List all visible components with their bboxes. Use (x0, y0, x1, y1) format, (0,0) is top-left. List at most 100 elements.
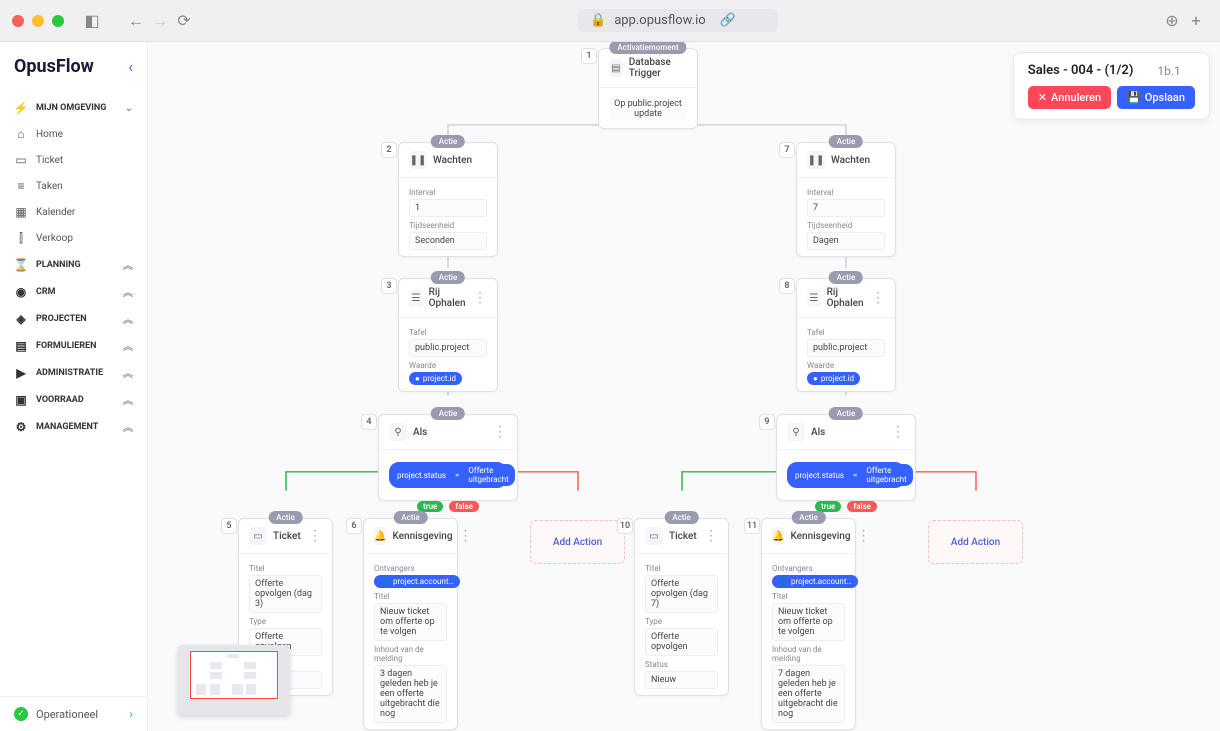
filter-icon: ⚲ (787, 423, 805, 441)
node-menu-icon[interactable]: ⋮ (891, 424, 905, 440)
nav-section-crm[interactable]: ◉CRM︽ (0, 278, 147, 305)
traffic-lights (12, 15, 64, 27)
node-notify-6[interactable]: 6 Actie 🔔Kennisgeving⋮ Ontvangers 👤 proj… (363, 518, 458, 730)
node-fetch-8[interactable]: 8 Actie ☰Rij Ophalen⋮ Tafel public.proje… (796, 278, 896, 392)
node-fetch-3[interactable]: 3 Actie ☰Rij Ophalen⋮ Tafel public.proje… (398, 278, 498, 392)
node-menu-icon[interactable]: ⋮ (459, 528, 473, 544)
node-ticket-10[interactable]: 10 Actie ▭Ticket⋮ Titel Offerte opvolgen… (634, 518, 729, 696)
node-wait-7[interactable]: 7 Actie ❚❚Wachten Interval 7 Tijdseenhei… (796, 142, 896, 257)
node-badge: Actie (431, 271, 465, 284)
node-menu-icon[interactable]: ⋮ (871, 290, 885, 306)
nav-section-management[interactable]: ⚙MANAGEMENT︽ (0, 413, 147, 440)
add-action-right[interactable]: Add Action (928, 520, 1023, 564)
workflow-title: Sales - 004 - (1/2) (1028, 63, 1134, 78)
field-value: 7 (807, 199, 885, 217)
save-button[interactable]: 💾Opslaan (1117, 86, 1195, 109)
field-label: Titel (772, 592, 845, 601)
chart-icon: ⫿ (14, 231, 28, 245)
add-action-left[interactable]: Add Action (530, 520, 625, 564)
rows-icon: ☰ (409, 289, 423, 307)
field-label: Interval (409, 188, 487, 197)
chevron-icon: ︽ (123, 311, 133, 326)
node-title: Als (811, 427, 825, 438)
status-ok-icon: ✓ (14, 707, 28, 721)
nav-section-formulieren[interactable]: ▤FORMULIEREN︽ (0, 332, 147, 359)
mgmt-icon: ⚙ (14, 420, 28, 434)
field-value: Nieuw (645, 671, 718, 689)
field-label: Inhoud van de melding (772, 645, 845, 663)
nav-kalender[interactable]: ▦ Kalender (0, 199, 147, 225)
nav-taken[interactable]: ≡Taken (0, 173, 147, 199)
node-number: 8 (779, 278, 795, 294)
close-icon: ✕ (1038, 91, 1047, 104)
reload-icon[interactable]: ⟳ (172, 9, 196, 33)
window-close[interactable] (12, 15, 24, 27)
node-menu-icon[interactable]: ⋮ (473, 290, 487, 306)
forward-icon[interactable]: → (148, 9, 172, 33)
field-label: Titel (374, 592, 447, 601)
node-badge: Actie (829, 271, 863, 284)
node-badge: Actie (431, 407, 465, 420)
field-value: Seconden (409, 232, 487, 250)
node-wait-2[interactable]: 2 Actie ❚❚Wachten Interval 1 Tijdseenhei… (398, 142, 498, 257)
node-title: Als (413, 427, 427, 438)
node-number: 7 (779, 142, 795, 158)
nav-label: Kalender (36, 207, 75, 218)
workflow-version: 1b.1 (1157, 64, 1180, 78)
node-if-9[interactable]: 9 Actie ⚲Als⋮ project.status=Offerte uit… (776, 414, 916, 501)
node-menu-icon[interactable]: ⋮ (493, 424, 507, 440)
node-number: 1 (581, 48, 597, 64)
nav-section-voorraad[interactable]: ▣VOORRAAD︽ (0, 386, 147, 413)
node-number: 2 (381, 142, 397, 158)
false-label: false (847, 501, 877, 512)
node-menu-icon[interactable]: ⋮ (308, 528, 322, 544)
lock-icon: 🔒 (590, 13, 606, 28)
nav-section-planning[interactable]: ⌛PLANNING︽ (0, 251, 147, 278)
field-label: Interval (807, 188, 885, 197)
nav-verkoop[interactable]: ⫿Verkoop (0, 225, 147, 251)
node-badge: Actie (268, 511, 302, 524)
sidebar-collapse-icon[interactable]: ‹ (128, 57, 133, 76)
sidebar-footer[interactable]: ✓ Operationeel › (0, 696, 147, 731)
nav-section-projecten[interactable]: ◈ PROJECTEN ︽ (0, 305, 147, 332)
nav-label: PROJECTEN (36, 314, 87, 324)
calendar-icon: ▦ (14, 205, 28, 219)
node-menu-icon[interactable]: ⋮ (857, 528, 871, 544)
field-label: Status (645, 660, 718, 669)
url-bar[interactable]: 🔒 app.opusflow.io 🔗 (578, 9, 778, 32)
condition-pill: project.status=Offerte uitgebracht (787, 462, 905, 488)
nav-section-administratie[interactable]: ▶ADMINISTRATIE︽ (0, 359, 147, 386)
workflow-canvas[interactable]: Sales - 004 - (1/2) 1b.1 ✕ Annuleren 💾Ops… (148, 42, 1220, 731)
chevron-icon: ︽ (123, 365, 133, 380)
node-if-4[interactable]: 4 Actie ⚲Als⋮ project.status=Offerte uit… (378, 414, 518, 501)
nav-label: VOORRAAD (36, 395, 84, 405)
add-action-label: Add Action (951, 537, 1000, 548)
sidebar-toggle-icon[interactable]: ◧ (80, 9, 104, 33)
node-title: Wachten (433, 155, 472, 166)
field-label: Type (645, 617, 718, 626)
tasks-icon: ≡ (14, 179, 28, 193)
node-title: Kennisgeving (790, 531, 850, 542)
nav-label: Ticket (36, 155, 63, 166)
downloads-icon[interactable]: ⊕ (1160, 9, 1184, 33)
minimap[interactable] (178, 645, 290, 715)
node-notify-11[interactable]: 11 Actie 🔔Kennisgeving⋮ Ontvangers 👤 pro… (761, 518, 856, 730)
node-trigger[interactable]: 1 Activatiemoment ▤Database Trigger Op p… (598, 48, 698, 129)
node-badge: Actie (393, 511, 427, 524)
back-icon[interactable]: ← (124, 9, 148, 33)
window-minimize[interactable] (32, 15, 44, 27)
nav-label: CRM (36, 287, 56, 297)
nav-section-omgeving[interactable]: ⚡MIJN OMGEVING⌄ (0, 95, 147, 121)
cancel-label: Annuleren (1051, 91, 1101, 104)
home-icon: ⌂ (14, 127, 28, 141)
projects-icon: ◈ (14, 312, 28, 326)
nav-home[interactable]: ⌂Home (0, 121, 147, 147)
window-maximize[interactable] (52, 15, 64, 27)
cancel-button[interactable]: ✕ Annuleren (1028, 86, 1111, 109)
field-label: Titel (645, 564, 718, 573)
node-menu-icon[interactable]: ⋮ (704, 528, 718, 544)
new-tab-icon[interactable]: + (1184, 9, 1208, 33)
nav-ticket[interactable]: ▭Ticket (0, 147, 147, 173)
ticket-icon: ▭ (249, 527, 267, 545)
logo-text: OpusFlow (14, 56, 94, 77)
